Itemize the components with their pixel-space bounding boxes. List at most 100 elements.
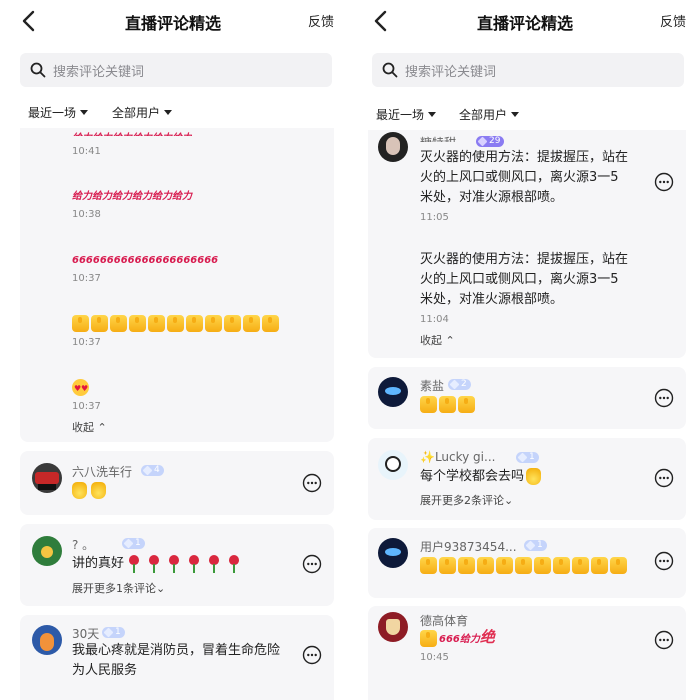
comment-text: 灭火器的使用方法：提拔握压，站在火的上风口或侧风口，离火源3一5米处，对准火源根… <box>420 252 629 307</box>
comment-card: ✨Lucky gi... 1 每个学校都会去吗 展开更多2条评论⌄ <box>368 438 686 520</box>
avatar[interactable] <box>378 132 408 162</box>
avatar[interactable] <box>32 625 62 655</box>
six-emoji-row: 666666666666666666666 <box>72 255 219 266</box>
top-bar: 直播评论精选 反馈 <box>0 0 346 44</box>
comment-time: 10:37 <box>72 337 101 348</box>
filter-users-dropdown[interactable]: 全部用户 <box>459 106 520 123</box>
avatar[interactable] <box>378 612 408 642</box>
collapse-label: 收起 <box>420 334 442 347</box>
jue-emoji: 绝 <box>479 628 495 646</box>
emoji-message: 666666666666666666666 <box>72 250 218 270</box>
expand-replies-link[interactable]: 展开更多2条评论⌄ <box>420 492 513 508</box>
fan-level-badge: 29 <box>476 136 505 147</box>
six-emoji: 666 <box>439 634 460 645</box>
collapse-button[interactable]: 收起 ⌃ <box>420 332 455 348</box>
username[interactable]: ✨Lucky gi... <box>420 450 495 464</box>
fan-level-badge: 4 <box>141 465 164 476</box>
comment-time: 10:41 <box>72 146 101 157</box>
more-options-icon[interactable] <box>654 172 674 192</box>
username[interactable]: 30天 <box>72 625 99 642</box>
avatar[interactable] <box>32 463 62 493</box>
fan-level-badge: 1 <box>122 538 145 549</box>
comment-text-content: 讲的真好 <box>72 556 125 571</box>
username[interactable]: 德高体育 <box>420 612 468 629</box>
fan-level-badge: 2 <box>448 379 471 390</box>
avatar[interactable] <box>378 377 408 407</box>
more-options-icon[interactable] <box>302 554 322 574</box>
username[interactable]: ? 。 <box>72 536 94 553</box>
comment-card: 素盐 2 <box>368 367 686 429</box>
expanded-comment-card: 糖特甜 29 灭火器的使用方法：提拔握压，站在火的上风口或侧风口，离火源3一5米… <box>368 130 686 358</box>
filter-range-dropdown[interactable]: 最近一场 <box>376 106 437 123</box>
username[interactable]: 用户93873454... <box>420 538 517 555</box>
comment-card: ? 。 1 讲的真好 展开更多1条评论⌄ <box>20 524 334 606</box>
more-options-icon[interactable] <box>302 645 322 665</box>
comment-time: 10:38 <box>72 209 101 220</box>
feedback-button[interactable]: 反馈 <box>308 11 334 30</box>
search-icon <box>30 62 46 78</box>
comment-time: 11:04 <box>420 314 449 325</box>
fan-level-badge: 1 <box>516 452 539 463</box>
filter-users-dropdown[interactable]: 全部用户 <box>112 104 173 121</box>
comment-card: 六八洗车行 4 <box>20 451 334 515</box>
filter-bar: 最近一场 全部用户 <box>376 106 676 124</box>
moneybag-emoji-row <box>72 481 110 499</box>
comment-card: 德高体育 666给力绝 10:45 <box>368 606 686 700</box>
comment-text: 我最心疼就是消防员，冒着生命危险为人民服务 <box>72 643 281 678</box>
search-input[interactable]: 搜索评论关键词 <box>372 53 684 87</box>
search-icon <box>382 62 398 78</box>
filter-users-label: 全部用户 <box>112 106 161 120</box>
more-options-icon[interactable] <box>654 468 674 488</box>
more-options-icon[interactable] <box>654 551 674 571</box>
collapse-button[interactable]: 收起 ⌃ <box>72 419 107 435</box>
fan-level-badge: 1 <box>524 540 547 551</box>
username[interactable]: 糖特甜 <box>420 134 456 142</box>
comment-card: 用户93873454... 1 <box>368 528 686 598</box>
filter-range-dropdown[interactable]: 最近一场 <box>28 104 89 121</box>
comment-time: 10:45 <box>420 652 449 663</box>
comment-text: 每个学校都会去吗 <box>420 467 545 487</box>
top-bar: 直播评论精选 反馈 <box>352 0 698 44</box>
feedback-button[interactable]: 反馈 <box>660 11 686 30</box>
filter-range-label: 最近一场 <box>28 106 77 120</box>
comment-time: 10:37 <box>72 273 101 284</box>
left-screen: 直播评论精选 反馈 搜索评论关键词 最近一场 全部用户 给力给力给力给力给力给力… <box>0 0 346 700</box>
page-title: 直播评论精选 <box>124 14 221 33</box>
avatar[interactable] <box>378 538 408 568</box>
page-title: 直播评论精选 <box>476 14 573 33</box>
emoji-message: 给力给力给力给力给力给力 <box>72 186 192 206</box>
username[interactable]: 素盐 <box>420 377 444 394</box>
expanded-comment-card: 给力给力给力给力给力给力 10:41 给力给力给力给力给力给力 10:38 66… <box>20 128 334 442</box>
emoji-message: 给力给力给力给力给力给力 <box>72 128 192 136</box>
heart-eyes-emoji <box>72 378 89 398</box>
geili-emoji-row: 给力给力给力给力给力给力 <box>72 191 192 202</box>
comment-text-content: 每个学校都会去吗 <box>420 469 525 484</box>
search-input[interactable]: 搜索评论关键词 <box>20 53 332 87</box>
search-placeholder: 搜索评论关键词 <box>405 65 497 80</box>
geili-emoji-row: 给力给力给力给力给力给力 <box>72 133 192 136</box>
dropdown-caret-icon <box>428 112 437 117</box>
expand-replies-link[interactable]: 展开更多1条评论⌄ <box>72 580 165 596</box>
avatar[interactable] <box>32 536 62 566</box>
dropdown-caret-icon <box>164 110 173 115</box>
expand-replies-label: 展开更多2条评论 <box>420 494 504 507</box>
avatar[interactable] <box>378 450 408 480</box>
more-options-icon[interactable] <box>654 388 674 408</box>
username[interactable]: 六八洗车行 <box>72 463 132 480</box>
fan-level-badge: 1 <box>102 627 125 638</box>
comment-time: 10:37 <box>72 401 101 412</box>
search-placeholder: 搜索评论关键词 <box>53 65 145 80</box>
comment-card: 30天 1 我最心疼就是消防员，冒着生命危险为人民服务 <box>20 615 334 700</box>
more-options-icon[interactable] <box>302 473 322 493</box>
thumbs-emoji-row <box>420 395 477 413</box>
geili-emoji: 给力 <box>459 634 480 645</box>
emoji-message: 666给力绝 <box>420 628 495 649</box>
expand-replies-label: 展开更多1条评论 <box>72 582 156 595</box>
collapse-label: 收起 <box>72 421 94 434</box>
thumbs-emoji-row <box>72 314 281 332</box>
comment-text: 讲的真好 <box>72 554 246 574</box>
filter-users-label: 全部用户 <box>459 108 508 122</box>
comment-text: 灭火器的使用方法：提拔握压，站在火的上风口或侧风口，离火源3一5米处，对准火源根… <box>420 150 629 205</box>
more-options-icon[interactable] <box>654 630 674 650</box>
filter-range-label: 最近一场 <box>376 108 425 122</box>
